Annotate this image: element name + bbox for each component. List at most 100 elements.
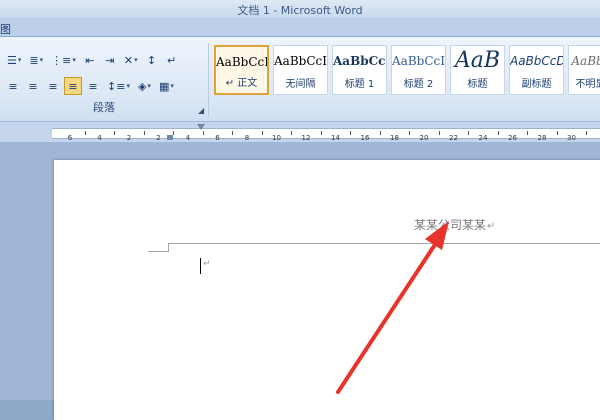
ruler-number: 18 xyxy=(390,134,399,142)
style-name: 无间隔 xyxy=(285,79,316,90)
numbering-button[interactable]: ≣ ▾ xyxy=(26,51,46,69)
ruler-tick xyxy=(143,131,145,135)
paragraph-mark: ↵ xyxy=(487,221,496,232)
paragraph-row-2: ≡ ≡ ≡ ≡ ≡ ↕≡ ▾ ◈ ▾ ▦ ▾ xyxy=(4,77,177,95)
style-preview: AaBbCcI xyxy=(216,55,267,69)
style-item[interactable]: AaBbCcl 标题 1 xyxy=(332,45,387,95)
style-preview: AaB xyxy=(454,48,501,73)
style-preview: AaBbCcD xyxy=(510,54,563,68)
shading-button[interactable]: ◈ ▾ xyxy=(135,77,154,95)
style-item[interactable]: AaBbCcI 标题 2 xyxy=(391,45,446,95)
ruler-tick xyxy=(497,131,499,135)
align-right-button[interactable]: ≡ xyxy=(44,77,62,95)
ruler-number: 16 xyxy=(360,134,370,142)
header-text[interactable]: 某某公司某某↵ xyxy=(414,216,495,233)
style-item[interactable]: AaBbCcD 副标题 xyxy=(509,45,564,95)
ruler-number: 20 xyxy=(419,134,429,142)
line-spacing-icon: ↕≡ xyxy=(107,79,126,93)
style-item[interactable]: AaB 标题 xyxy=(450,45,505,95)
ruler-number: 2 xyxy=(156,134,161,142)
ribbon-tab-strip: 图 xyxy=(0,18,600,37)
dialog-launcher-icon[interactable]: ◢ xyxy=(198,106,206,115)
bullets-icon: ☰ xyxy=(7,53,17,67)
document-page[interactable] xyxy=(54,160,600,420)
multilevel-list-button[interactable]: ⋮≡ ▾ xyxy=(48,51,79,69)
style-name: 标题 1 xyxy=(344,79,375,90)
ruler-track[interactable]: 6 4 2 2 4 6 8 10 12 14 16 18 20 22 24 26 28 30 xyxy=(52,128,600,142)
ruler-number: 2 xyxy=(126,134,132,142)
ruler-tick xyxy=(350,131,352,135)
style-preview: AaBbCc xyxy=(571,54,600,68)
title-bar: 文档 1 - Microsoft Word xyxy=(0,0,600,19)
ruler-tick xyxy=(586,131,588,135)
window-title: 文档 1 - Microsoft Word xyxy=(237,4,363,17)
paragraph-group-label: 段落 xyxy=(93,101,115,114)
style-preview: AaBbCcI xyxy=(274,54,327,68)
align-left-button[interactable]: ≡ xyxy=(4,77,22,95)
style-item[interactable]: AaBbCc 不明显强 xyxy=(568,45,600,95)
multilevel-list-icon: ⋮≡ xyxy=(51,53,72,67)
borders-button[interactable]: ▦ ▾ xyxy=(156,77,177,95)
increase-indent-icon: ⇥ xyxy=(105,53,115,67)
ruler-tick xyxy=(320,131,322,135)
justify-button[interactable]: ≡ xyxy=(64,77,82,95)
chevron-down-icon[interactable]: ▾ xyxy=(134,56,138,64)
bullets-button[interactable]: ☰ ▾ xyxy=(4,51,24,69)
chinese-layout-button[interactable]: ✕ ▾ xyxy=(121,51,141,69)
header-border-line xyxy=(168,243,600,244)
chevron-down-icon[interactable]: ▾ xyxy=(147,82,151,90)
chevron-down-icon[interactable]: ▾ xyxy=(72,56,76,64)
line-spacing-button[interactable]: ↕≡ ▾ xyxy=(104,77,133,95)
chevron-down-icon[interactable]: ▾ xyxy=(170,82,174,90)
paragraph-group: ☰ ▾ ≣ ▾ ⋮≡ ▾ ⇤ ⇥ ✕ ▾ ↕ ↵ ≡ ≡ ≡ ≡ ≡ ↕≡ ▾ ◈ ▾ ▦ ▾ 段落 ◢ xyxy=(0,43,209,117)
chevron-down-icon[interactable]: ▾ xyxy=(40,56,44,64)
style-preview: AaBbCcI xyxy=(392,54,445,68)
ruler-number: 8 xyxy=(244,134,250,142)
style-name: 标题 2 xyxy=(403,79,434,90)
ruler-tick xyxy=(556,131,558,135)
align-center-icon: ≡ xyxy=(28,79,38,93)
ruler-tick xyxy=(261,131,263,135)
ruler-number: 6 xyxy=(67,134,73,142)
header-text-content: 某某公司某某 xyxy=(414,218,487,232)
style-name: 不明显强 xyxy=(575,79,600,90)
justify-icon: ≡ xyxy=(68,79,78,93)
left-indent-marker[interactable] xyxy=(167,135,173,140)
ruler-number: 4 xyxy=(185,134,191,142)
distributed-icon: ≡ xyxy=(88,79,98,93)
ruler-number: 12 xyxy=(301,134,311,142)
horizontal-ruler[interactable]: 6 4 2 2 4 6 8 10 12 14 16 18 20 22 24 26 28 30 xyxy=(0,122,600,142)
ribbon-tab-partial[interactable]: 图 xyxy=(0,21,11,37)
ruler-tick xyxy=(468,131,470,135)
shading-icon: ◈ xyxy=(137,79,147,93)
distributed-button[interactable]: ≡ xyxy=(84,77,102,95)
show-marks-button[interactable]: ↵ xyxy=(163,51,181,69)
sort-button[interactable]: ↕ xyxy=(143,51,161,69)
ruler-tick xyxy=(379,131,381,135)
align-left-icon: ≡ xyxy=(8,79,18,93)
ruler-tick xyxy=(232,131,234,135)
ruler-number: 10 xyxy=(272,134,281,142)
borders-icon: ▦ xyxy=(158,79,170,93)
style-item[interactable]: AaBbCcI 无间隔 xyxy=(273,45,328,95)
ruler-number: 14 xyxy=(331,134,340,142)
decrease-indent-button[interactable]: ⇤ xyxy=(81,51,99,69)
ruler-number: 22 xyxy=(449,134,458,142)
ruler-number: 6 xyxy=(215,134,220,142)
ruler-tick xyxy=(202,131,204,135)
increase-indent-button[interactable]: ⇥ xyxy=(101,51,119,69)
ribbon: ☰ ▾ ≣ ▾ ⋮≡ ▾ ⇤ ⇥ ✕ ▾ ↕ ↵ ≡ ≡ ≡ ≡ ≡ ↕≡ ▾ ◈ ▾ ▦ ▾ 段落 ◢ AaBbCcI ↵… xyxy=(0,37,600,122)
body-paragraph-mark: ↵ xyxy=(203,259,211,269)
styles-gallery: AaBbCcI ↵ 正文 AaBbCcI 无间隔 AaBbCcl 标题 1 AaBbCcI 标… xyxy=(214,45,600,101)
ruler-number: 24 xyxy=(478,134,488,142)
style-item[interactable]: AaBbCcI ↵ 正文 xyxy=(214,45,269,95)
ruler-tick xyxy=(84,131,86,135)
first-line-indent-marker[interactable] xyxy=(197,124,205,130)
show-marks-icon: ↵ xyxy=(166,53,177,67)
chevron-down-icon[interactable]: ▾ xyxy=(126,82,130,90)
align-center-button[interactable]: ≡ xyxy=(24,77,42,95)
ruler-number: 28 xyxy=(537,134,547,142)
ruler-number: 4 xyxy=(97,134,102,142)
chevron-down-icon[interactable]: ▾ xyxy=(18,56,22,64)
style-name: 副标题 xyxy=(521,79,552,90)
